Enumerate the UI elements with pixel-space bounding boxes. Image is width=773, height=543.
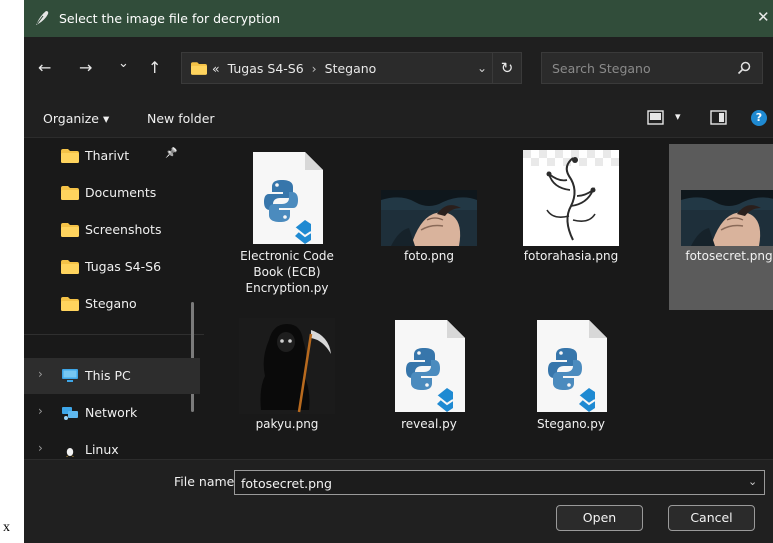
folder-icon [61,223,79,237]
expand-chevron-icon[interactable]: › [38,441,43,455]
linux-penguin-icon [65,445,75,457]
feather-icon [36,11,49,25]
file-name-label: File name: [174,474,239,489]
close-icon[interactable]: ✕ [757,8,770,26]
monitor-icon [62,369,78,382]
view-dropdown-icon[interactable]: ▾ [675,110,681,123]
file-item-reveal[interactable]: reveal.py [369,312,489,478]
up-arrow-icon[interactable]: ↑ [148,59,161,77]
file-name: fotosecret.png [685,249,773,263]
file-name: fotorahasia.png [523,249,619,263]
dialog-title: Select the image file for decryption [59,11,281,26]
sidebar-item-this-pc[interactable]: › This PC [24,358,200,394]
recent-locations-chevron-icon[interactable]: ⌄ [118,55,129,73]
refresh-icon: ↻ [500,59,514,77]
expand-chevron-icon[interactable]: › [38,367,43,381]
dialog-footer: File name: fotosecret.png ⌄ Open Cancel [24,459,773,543]
image-thumbnail [523,150,619,246]
search-placeholder: Search Stegano [552,61,651,76]
sidebar-item-label: This PC [85,368,131,383]
sidebar-item-label: Linux [85,442,119,457]
python-file-icon [381,318,477,414]
network-icon [62,407,78,420]
file-name: Electronic Code Book (ECB) Encryption.py [240,249,334,295]
file-name: reveal.py [401,417,457,431]
sidebar-item-label: Stegano [85,296,137,311]
file-name-input[interactable]: fotosecret.png ⌄ [234,470,765,495]
navigation-bar: ← → ⌄ ↑ « Tugas S4-S6 › Stegano ⌄ ↻ Sear… [24,37,773,100]
sidebar-item-linux[interactable]: › Linux [24,432,200,459]
image-thumbnail [681,150,773,246]
sidebar-item-screenshots[interactable]: Screenshots [24,212,200,248]
open-button[interactable]: Open [556,505,643,531]
file-open-dialog: Select the image file for decryption ✕ ←… [24,0,773,543]
sidebar-item-label: Tharivt [85,148,130,163]
sidebar-item-tharivt[interactable]: Tharivt 📌 [24,138,200,174]
view-options-icon[interactable] [647,110,664,125]
sidebar-divider [24,334,204,335]
organize-menu-button[interactable]: Organize ▾ [43,111,109,126]
file-item-pakyu[interactable]: pakyu.png [227,312,347,478]
sidebar-item-label: Documents [85,185,157,200]
breadcrumb-item-tugas[interactable]: Tugas S4-S6 [228,61,304,76]
search-icon [737,61,751,75]
sidebar-item-label: Network [85,405,138,420]
stray-text: x [3,520,10,535]
refresh-button[interactable]: ↻ [492,52,522,84]
file-name-dropdown-icon[interactable]: ⌄ [748,475,757,488]
breadcrumb: « Tugas S4-S6 › Stegano [212,61,376,76]
breadcrumb-item-stegano[interactable]: Stegano [325,61,377,76]
file-list: Electronic Code Book (ECB) Encryption.py… [204,138,773,459]
file-name: foto.png [403,249,455,263]
search-box[interactable]: Search Stegano [541,52,763,84]
python-file-icon [239,150,335,246]
file-item-foto[interactable]: foto.png [369,144,489,310]
command-bar: Organize ▾ New folder ▾ ? [24,100,773,138]
folder-icon [61,186,79,200]
file-name: pakyu.png [255,417,319,431]
breadcrumb-overflow-icon[interactable]: « [212,61,220,76]
sidebar-item-tugas[interactable]: Tugas S4-S6 [24,249,200,285]
folder-icon [191,62,207,75]
folder-icon [61,149,79,163]
file-name: Stegano.py [537,417,605,431]
forward-arrow-icon[interactable]: → [79,59,92,77]
file-name-value[interactable]: fotosecret.png [241,476,332,491]
help-icon[interactable]: ? [751,110,767,126]
expand-chevron-icon[interactable]: › [38,404,43,418]
sidebar-item-label: Tugas S4-S6 [85,259,162,274]
navigation-pane: Tharivt 📌 Documents Screenshots Tugas S4… [24,138,204,459]
file-item-ecb-encryption[interactable]: Electronic Code Book (ECB) Encryption.py [227,144,347,310]
pin-icon: 📌 [165,148,178,159]
sidebar-item-documents[interactable]: Documents [24,175,200,211]
title-bar: Select the image file for decryption ✕ [24,0,773,37]
image-thumbnail [239,318,335,414]
image-thumbnail [381,150,477,246]
file-item-fotosecret[interactable]: fotosecret.png [669,144,773,310]
folder-icon [61,260,79,274]
file-item-stegano[interactable]: Stegano.py [511,312,631,478]
sidebar-item-network[interactable]: › Network [24,395,200,431]
address-dropdown-icon[interactable]: ⌄ [477,61,487,75]
folder-icon [61,297,79,311]
address-bar[interactable]: « Tugas S4-S6 › Stegano ⌄ [181,52,518,84]
file-item-fotorahasia[interactable]: fotorahasia.png [511,144,631,310]
cancel-button[interactable]: Cancel [668,505,755,531]
back-arrow-icon[interactable]: ← [38,59,51,77]
breadcrumb-separator-icon: › [311,61,317,76]
preview-pane-icon[interactable] [710,110,727,125]
sidebar-item-stegano[interactable]: Stegano [24,286,200,322]
python-file-icon [523,318,619,414]
new-folder-button[interactable]: New folder [147,111,215,126]
sidebar-item-label: Screenshots [85,222,162,237]
